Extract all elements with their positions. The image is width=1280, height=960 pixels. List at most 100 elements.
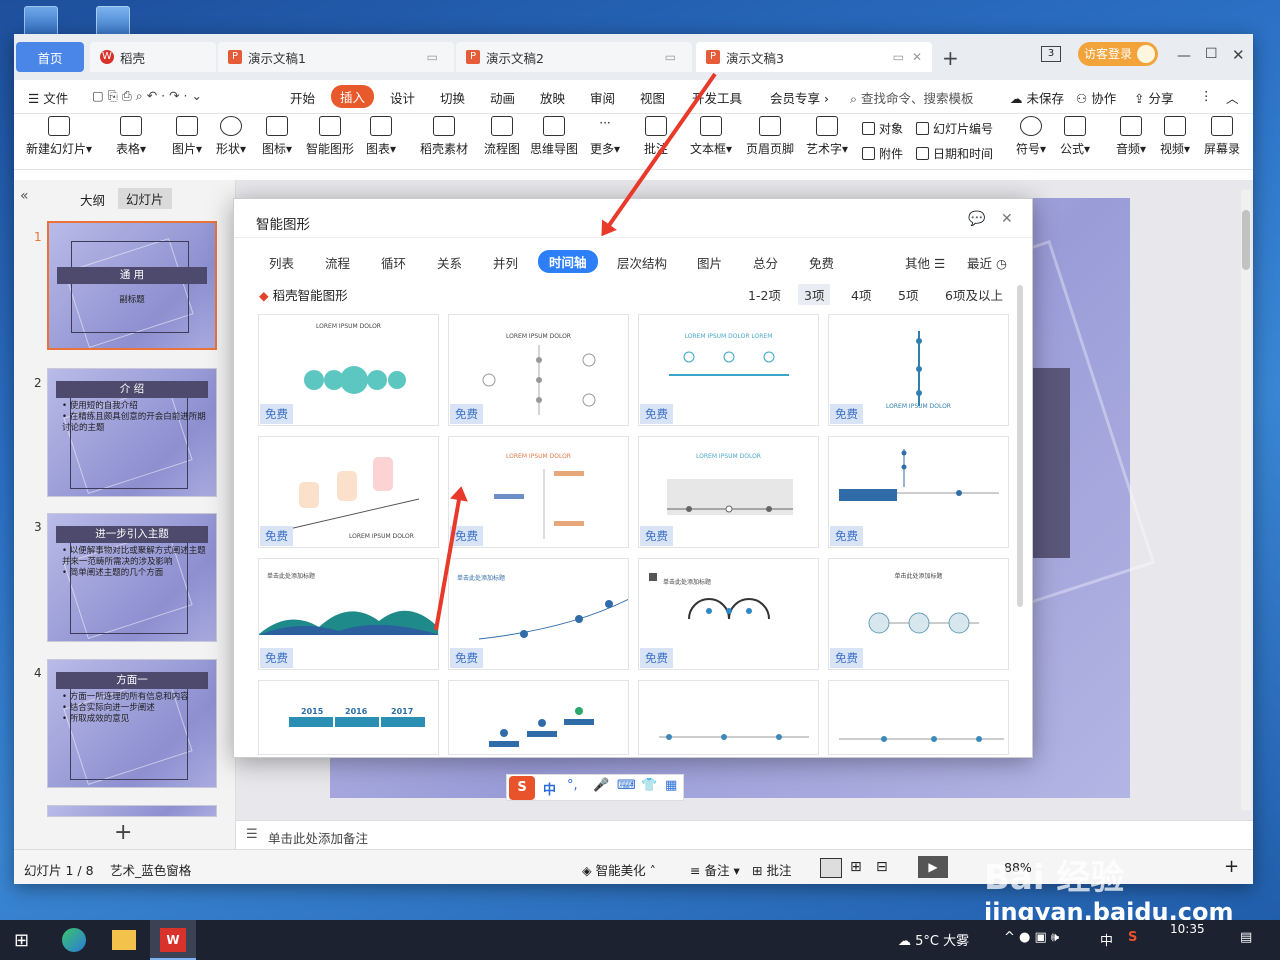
slide-thumbnail-2[interactable]: 介 绍 • 使用短的自我介绍 • 在精练且颇具创意的开会白前进所期讨论的主题 (47, 368, 217, 497)
chart-button[interactable]: 图表▾ (366, 116, 396, 157)
menu-anim[interactable]: 动画 (490, 88, 515, 107)
slide-thumbnail-5[interactable] (47, 805, 217, 817)
timeline-template-card[interactable]: LOREM IPSUM DOLOR 免费 (638, 436, 819, 548)
timeline-template-card[interactable]: LOREM IPSUM DOLOR 免费 (448, 436, 629, 548)
ime-toolbar[interactable]: S 中 °, 🎤 ⌨ 👕 ▦ (506, 774, 684, 801)
slides-tab[interactable]: 幻灯片 (118, 188, 172, 209)
wordart-button[interactable]: 艺术字▾ (806, 116, 848, 157)
tab-doc3[interactable]: P 演示文稿3 ▭ ✕ (696, 42, 932, 72)
timeline-template-card[interactable]: LOREM IPSUM DOLOR LOREM 免费 (638, 314, 819, 426)
audio-button[interactable]: 音频▾ (1116, 116, 1146, 157)
object-button[interactable]: 对象 (862, 120, 903, 137)
normal-view-icon[interactable] (820, 858, 842, 878)
login-button[interactable]: 访客登录 (1078, 42, 1158, 66)
menu-switch[interactable]: 切换 (440, 88, 465, 107)
desktop-toolbox-icon[interactable] (96, 6, 130, 36)
timeline-template-card[interactable]: 单击此处添加标题 免费 (638, 558, 819, 670)
cat-relation[interactable]: 关系 (437, 253, 462, 272)
add-slide-icon[interactable]: + (114, 820, 132, 845)
tab-doc2[interactable]: P 演示文稿2 ▭ (456, 42, 692, 72)
datetime-button[interactable]: 日期和时间 (916, 145, 993, 162)
tab-daoke[interactable]: W 稻壳 (90, 42, 216, 72)
menu-vip[interactable]: 会员专享 › (770, 88, 829, 107)
keyboard-icon[interactable]: ⌨ (617, 778, 636, 793)
tray-lang[interactable]: 中 (1100, 930, 1113, 949)
menu-start[interactable]: 开始 (290, 88, 315, 107)
menu-design[interactable]: 设计 (390, 88, 415, 107)
slide-number-button[interactable]: 幻灯片编号 (916, 120, 993, 137)
picture-button[interactable]: 图片▾ (172, 116, 202, 157)
wps-taskbar-item[interactable]: W (150, 920, 196, 960)
vertical-scrollbar[interactable] (1241, 190, 1251, 810)
weather-widget[interactable]: ☁ 5°C 大雾 (898, 930, 969, 949)
new-tab-icon[interactable]: + (942, 46, 959, 70)
cat-summary[interactable]: 总分 (753, 253, 778, 272)
edge-icon[interactable] (62, 928, 86, 952)
count-3[interactable]: 3项 (798, 284, 831, 305)
minimize-icon[interactable]: — (1177, 48, 1191, 64)
collapse-ribbon-icon[interactable]: ︿ (1226, 88, 1239, 107)
count-6-plus[interactable]: 6项及以上 (945, 285, 1003, 304)
smart-graphic-button[interactable]: 智能图形 (306, 116, 354, 157)
count-5[interactable]: 5项 (898, 285, 918, 304)
share-button[interactable]: ⇪ 分享 (1134, 88, 1173, 107)
menu-review[interactable]: 审阅 (590, 88, 615, 107)
notes-button[interactable]: ≡ 备注 ▾ (690, 860, 740, 879)
menu-show[interactable]: 放映 (540, 88, 565, 107)
notes-area[interactable]: ☰ 单击此处添加备注 (236, 820, 1253, 850)
clock[interactable]: 10:35 (1170, 922, 1205, 936)
beautify-button[interactable]: ◈ 智能美化 ˄ (582, 860, 656, 879)
timeline-template-card[interactable]: 单击此处添加标题 免费 (828, 558, 1009, 670)
gallery-scrollbar[interactable] (1017, 285, 1023, 607)
outline-tab[interactable]: 大纲 (80, 190, 105, 209)
skin-icon[interactable]: 👕 (641, 778, 657, 793)
reading-view-icon[interactable]: ⊟ (876, 859, 888, 875)
flowchart-button[interactable]: 流程图 (484, 116, 520, 157)
material-button[interactable]: 稻壳素材 (420, 116, 468, 157)
count-1-2[interactable]: 1-2项 (748, 285, 781, 304)
shape-button[interactable]: 形状▾ (216, 116, 246, 157)
desktop-computer-icon[interactable] (24, 6, 58, 36)
textbox-button[interactable]: 文本框▾ (690, 116, 732, 157)
notification-icon[interactable]: ▤ (1240, 930, 1252, 945)
cat-picture[interactable]: 图片 (697, 253, 722, 272)
timeline-template-card[interactable]: 单击此处添加标题 免费 (258, 558, 439, 670)
file-menu[interactable]: ☰ 文件 (28, 88, 68, 107)
timeline-template-card[interactable] (828, 680, 1009, 755)
punct-icon[interactable]: °, (567, 778, 578, 793)
cat-timeline[interactable]: 时间轴 (538, 250, 598, 273)
tray-icons[interactable]: ^ ● ▣ 🕪 (1004, 930, 1059, 945)
table-button[interactable]: 表格▾ (116, 116, 146, 157)
comment-button[interactable]: 批注 (644, 116, 668, 157)
search-command[interactable]: ⌕ 查找命令、搜索模板 (850, 88, 974, 107)
timeline-template-card[interactable] (448, 680, 629, 755)
cat-cycle[interactable]: 循环 (381, 253, 406, 272)
cat-hierarchy[interactable]: 层次结构 (617, 253, 667, 272)
slide-thumbnail-4[interactable]: 方面一 • 方面一所连理的所有信息和内容 • 结合实际向进一步阐述 • 所取成效… (47, 659, 217, 788)
timeline-template-card[interactable]: 2015 2016 2017 (258, 680, 439, 755)
attach-button[interactable]: 附件 (862, 145, 903, 162)
cat-list[interactable]: 列表 (269, 253, 294, 272)
formula-button[interactable]: 公式▾ (1060, 116, 1090, 157)
screen-record-button[interactable]: 屏幕录 (1204, 116, 1240, 157)
video-button[interactable]: 视频▾ (1160, 116, 1190, 157)
feedback-icon[interactable]: 💬 (968, 211, 985, 227)
tab-doc1[interactable]: P 演示文稿1 ▭ (218, 42, 454, 72)
comment-status-button[interactable]: ⊞ 批注 (752, 860, 791, 879)
more-options-icon[interactable]: ⋮ (1200, 88, 1213, 103)
close-dialog-icon[interactable]: ✕ (1001, 211, 1013, 227)
explorer-icon[interactable] (112, 930, 136, 950)
sorter-view-icon[interactable]: ⊞ (850, 859, 862, 875)
monitor-icon[interactable]: ▭ (893, 50, 904, 64)
cat-free[interactable]: 免费 (809, 253, 834, 272)
unsaved-status[interactable]: ☁ 未保存 (1010, 88, 1064, 107)
symbol-button[interactable]: 符号▾ (1016, 116, 1046, 157)
windows-start-icon[interactable]: ⊞ (14, 930, 29, 951)
timeline-template-card[interactable]: LOREM IPSUM DOLOR 免费 (258, 314, 439, 426)
play-icon[interactable]: ▶ (918, 856, 948, 878)
cat-parallel[interactable]: 并列 (493, 253, 518, 272)
mindmap-button[interactable]: 思维导图 (530, 116, 578, 157)
menu-insert[interactable]: 插入 (331, 85, 375, 108)
count-4[interactable]: 4项 (851, 285, 871, 304)
quick-toolbar-icons[interactable]: ▢ ⎘ ⎙ ⌕ ↶ · ↷ · ⌄ (92, 88, 202, 104)
